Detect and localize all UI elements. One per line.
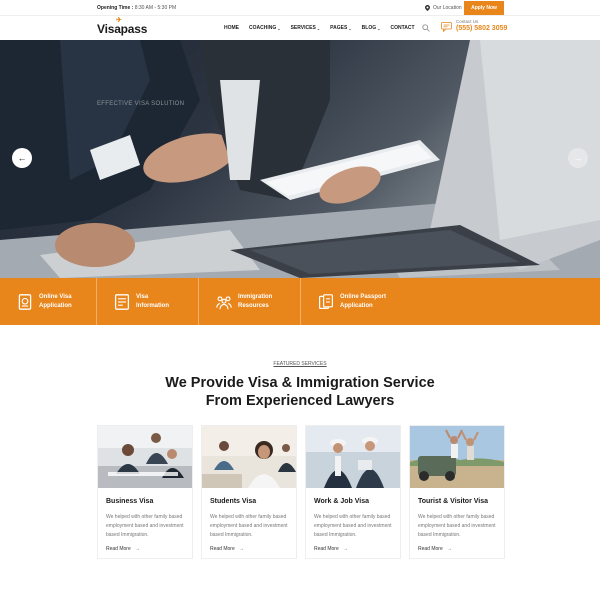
service-card-title: Business Visa — [106, 498, 154, 505]
read-more-label: Read More — [418, 546, 443, 552]
arrow-left-icon: ← — [17, 153, 27, 163]
quick-link-visa-application[interactable]: Online Visa Application — [0, 278, 97, 325]
headline-line-1: We Provide Visa & Immigration Service — [165, 375, 435, 391]
service-card-business[interactable]: Business Visa We helped with other famil… — [97, 425, 193, 559]
arrow-right-icon: → — [446, 546, 452, 552]
service-card-desc: We helped with other family based employ… — [106, 514, 184, 538]
service-card-image — [306, 426, 400, 488]
read-more-link[interactable]: Read More → — [418, 546, 452, 552]
contact-label: Contact Us — [456, 19, 479, 24]
chevron-down-icon: ⌄ — [377, 25, 381, 31]
service-card-title: Work & Job Visa — [314, 498, 369, 505]
apply-now-button[interactable]: Apply Now — [464, 1, 504, 15]
slider-next-button[interactable]: → — [568, 148, 588, 168]
read-more-label: Read More — [210, 546, 235, 552]
opening-time-hours: 8:30 AM - 5:30 PM — [134, 5, 177, 11]
page: Opening Time : 8:30 AM - 5:30 PM Our Loc… — [0, 0, 600, 600]
arrow-right-icon: → — [573, 153, 583, 163]
nav-label: SERVICES — [290, 25, 316, 31]
top-bar: Opening Time : 8:30 AM - 5:30 PM Our Loc… — [0, 0, 600, 16]
files-icon — [319, 293, 333, 309]
nav-item-blog[interactable]: BLOG ⌄ — [362, 25, 381, 31]
quick-link-label: Online Passport Application — [340, 293, 387, 309]
quick-link-passport-application[interactable]: Online Passport Application — [301, 278, 499, 325]
hero-eyebrow: EFFECTIVE VISA SOLUTION — [97, 101, 185, 107]
service-card-title: Students Visa — [210, 498, 257, 505]
arrow-right-icon: → — [134, 546, 140, 552]
service-card-work[interactable]: Work & Job Visa We helped with other fam… — [305, 425, 401, 559]
nav-label: PAGES — [330, 25, 348, 31]
quick-link-label: Visa Information — [136, 293, 169, 309]
read-more-link[interactable]: Read More → — [210, 546, 244, 552]
headline-line-2: From Experienced Lawyers — [205, 393, 395, 409]
service-card-students[interactable]: Students Visa We helped with other famil… — [201, 425, 297, 559]
quick-links-band: Online Visa Application Visa Information… — [0, 278, 600, 325]
nav-item-coaching[interactable]: COACHING ⌄ — [249, 25, 281, 31]
quick-link-label: Online Visa Application — [39, 293, 72, 309]
chat-icon — [441, 22, 452, 32]
plane-icon: ✈ — [116, 17, 122, 24]
service-card-title: Tourist & Visitor Visa — [418, 498, 489, 505]
logo-text: Visapass — [97, 22, 148, 36]
read-more-label: Read More — [314, 546, 339, 552]
quick-link-label: Immigration Resources — [238, 293, 273, 309]
read-more-link[interactable]: Read More → — [106, 546, 140, 552]
contact-block[interactable]: Contact Us (555) 5802 3059 — [441, 19, 507, 32]
contact-phone[interactable]: (555) 5802 3059 — [456, 25, 507, 32]
section-eyebrow: FEATURED SERVICES — [273, 361, 327, 367]
service-card-image — [202, 426, 296, 488]
nav-label: HOME — [224, 25, 239, 31]
location-link[interactable]: Our Location — [425, 5, 462, 11]
service-card-image — [98, 426, 192, 488]
logo[interactable]: Visapass ✈ — [97, 17, 148, 36]
document-icon — [114, 293, 130, 310]
quick-link-immigration-resources[interactable]: Immigration Resources — [199, 278, 301, 325]
service-card-image — [410, 426, 504, 488]
nav-item-home[interactable]: HOME — [224, 25, 239, 31]
nav-item-contact[interactable]: CONTACT — [390, 25, 414, 31]
nav-label: BLOG — [361, 25, 377, 31]
read-more-label: Read More — [106, 546, 131, 552]
main-nav: HOME COACHING ⌄ SERVICES ⌄ PAGES ⌄ BLOG ⌄ CO… — [224, 25, 425, 31]
service-card-desc: We helped with other family based employ… — [418, 514, 496, 538]
contact-text: Contact Us (555) 5802 3059 — [456, 19, 507, 32]
hero-slider: EFFECTIVE VISA SOLUTION ← → — [0, 40, 600, 278]
hero-image — [0, 40, 600, 278]
chevron-down-icon: ⌄ — [316, 25, 321, 31]
read-more-link[interactable]: Read More → — [314, 546, 348, 552]
service-card-tourist[interactable]: Tourist & Visitor Visa We helped with ot… — [409, 425, 505, 559]
nav-label: COACHING — [249, 25, 277, 31]
service-card-desc: We helped with other family based employ… — [314, 514, 392, 538]
people-icon — [216, 295, 232, 309]
arrow-right-icon: → — [342, 546, 348, 552]
opening-time-label: Opening Time : — [97, 5, 134, 11]
chevron-down-icon: ⌄ — [348, 25, 352, 31]
map-pin-icon — [425, 5, 430, 11]
quick-link-visa-information[interactable]: Visa Information — [97, 278, 199, 325]
arrow-right-icon: → — [238, 546, 244, 552]
opening-time: Opening Time : 8:30 AM - 5:30 PM — [97, 5, 176, 11]
section-headline: We Provide Visa & Immigration Service Fr… — [0, 374, 600, 410]
slider-prev-button[interactable]: ← — [12, 148, 32, 168]
passport-icon — [18, 293, 32, 310]
main-header: Visapass ✈ HOME COACHING ⌄ SERVICES ⌄ PAGE… — [0, 16, 600, 40]
nav-label: CONTACT — [390, 25, 415, 31]
search-icon[interactable] — [422, 24, 430, 32]
chevron-down-icon: ⌄ — [277, 25, 281, 31]
service-card-desc: We helped with other family based employ… — [210, 514, 288, 538]
location-label: Our Location — [433, 5, 462, 11]
nav-item-services[interactable]: SERVICES ⌄ — [291, 25, 321, 31]
nav-item-pages[interactable]: PAGES ⌄ — [330, 25, 352, 31]
